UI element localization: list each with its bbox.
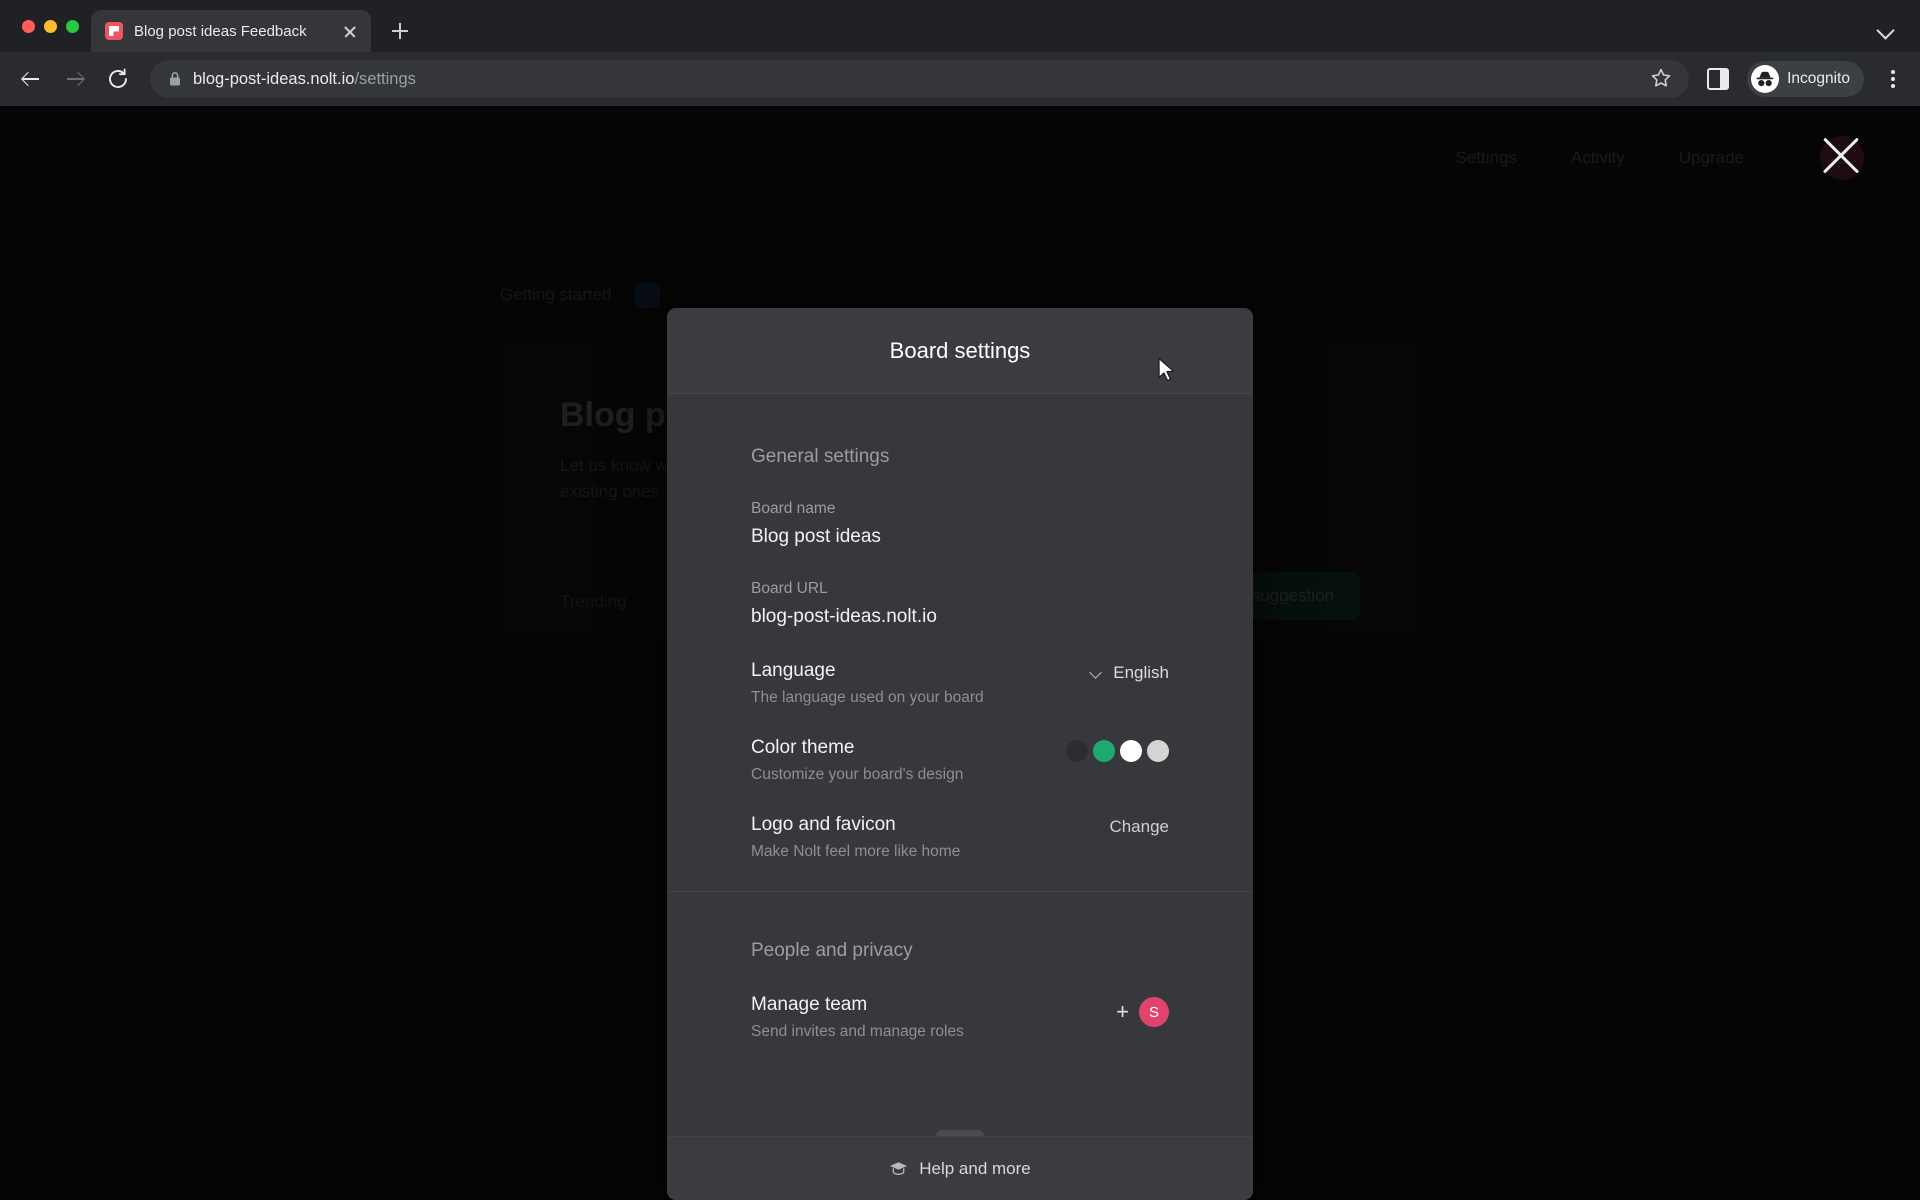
row-title: Color theme [751,737,855,758]
modal-title: Board settings [889,337,1031,363]
tab-strip: Blog post ideas Feedback [0,0,1920,52]
browser-window: Blog post ideas Feedback blog-post-ideas… [0,0,1920,1200]
close-tab-icon[interactable] [339,20,361,42]
chevron-down-icon[interactable] [1876,20,1896,40]
back-arrow-icon[interactable] [10,59,50,99]
browser-toolbar: blog-post-ideas.nolt.io/settings Incogni… [0,52,1920,106]
change-link: Change [1109,817,1169,836]
url-host: blog-post-ideas.nolt.io [193,69,355,88]
swatch-white[interactable] [1120,740,1142,762]
browser-tab[interactable]: Blog post ideas Feedback [91,10,371,52]
row-subtitle: Customize your board's design [751,766,964,783]
page-viewport: Settings Activity Upgrade S Getting star… [0,106,1920,1200]
url-path: /settings [354,69,416,88]
url-text: blog-post-ideas.nolt.io/settings [193,70,1638,89]
new-tab-icon[interactable] [381,12,419,50]
field-board-name: Board name Blog post ideas [751,500,1169,548]
help-and-more-label: Help and more [919,1158,1031,1178]
row-subtitle: The language used on your board [751,689,984,706]
section-heading-people: People and privacy [751,940,913,961]
close-icon[interactable] [1814,128,1868,182]
profile-label: Incognito [1787,70,1850,87]
incognito-icon [1751,65,1780,93]
row-text: Logo and favicon Make Nolt feel more lik… [751,814,1095,861]
modal-body: General settings Board name Blog post id… [667,394,1253,1136]
logo-change-action[interactable]: Change [1109,814,1169,837]
address-bar[interactable]: blog-post-ideas.nolt.io/settings [150,60,1690,98]
forward-arrow-icon[interactable] [54,59,94,99]
section-divider [667,891,1253,892]
language-select[interactable]: English [1090,660,1169,683]
lock-icon [168,71,182,87]
swatch-green[interactable] [1093,740,1115,762]
setting-row-language: Language The language used on your board… [751,660,1169,707]
modal-header: Board settings [667,308,1253,394]
tab-title: Blog post ideas Feedback [134,22,307,40]
plus-icon[interactable]: + [1116,1001,1129,1023]
setting-row-manage-team: Manage team Send invites and manage role… [751,994,1169,1041]
member-avatar[interactable]: S [1139,997,1169,1027]
field-label: Board name [751,500,836,517]
setting-row-color-theme: Color theme Customize your board's desig… [751,737,1169,784]
swatch-list [1066,740,1169,762]
board-url-value[interactable]: blog-post-ideas.nolt.io [751,606,1169,628]
close-window-button[interactable] [22,19,35,33]
nolt-favicon [105,22,123,40]
color-theme-swatches [1066,737,1169,762]
partially-visible-toggle[interactable] [936,1130,984,1136]
board-name-value[interactable]: Blog post ideas [751,526,1169,548]
team-members: + S [1116,994,1169,1027]
modal-footer[interactable]: Help and more [667,1136,1253,1200]
row-subtitle: Send invites and manage roles [751,1023,964,1040]
side-panel-icon[interactable] [1707,68,1730,90]
swatch-dark[interactable] [1066,740,1088,762]
row-title: Logo and favicon [751,814,896,835]
language-value: English [1113,663,1169,682]
row-subtitle: Make Nolt feel more like home [751,843,961,860]
row-title: Manage team [751,994,868,1015]
row-text: Color theme Customize your board's desig… [751,737,1052,784]
row-text: Manage team Send invites and manage role… [751,994,1102,1041]
window-controls [14,0,91,52]
star-icon[interactable] [1649,66,1675,92]
reload-icon[interactable] [98,59,138,99]
profile-chip[interactable]: Incognito [1747,61,1864,97]
setting-row-logo-favicon: Logo and favicon Make Nolt feel more lik… [751,814,1169,861]
section-heading-general: General settings [751,446,890,467]
maximize-window-button[interactable] [66,19,79,33]
field-label: Board URL [751,580,828,597]
minimize-window-button[interactable] [44,19,57,33]
kebab-menu-icon[interactable] [1880,62,1906,96]
chevron-down-icon [1090,667,1103,680]
field-board-url: Board URL blog-post-ideas.nolt.io [751,580,1169,628]
board-settings-modal: Board settings General settings Board na… [667,308,1253,1200]
row-title: Language [751,660,836,681]
swatch-light-gray[interactable] [1147,740,1169,762]
row-text: Language The language used on your board [751,660,1076,707]
graduation-cap-icon [889,1161,908,1176]
